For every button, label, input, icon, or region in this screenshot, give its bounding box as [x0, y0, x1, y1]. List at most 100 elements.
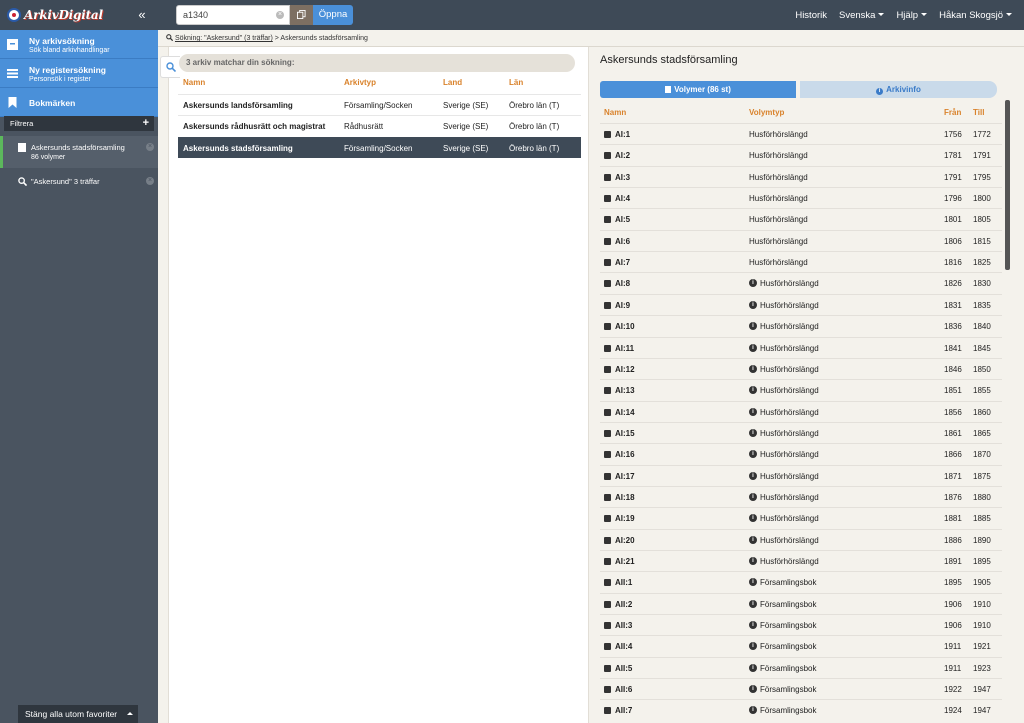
info-icon[interactable]: i: [749, 300, 757, 309]
bookmarks-title: Bokmärken: [29, 98, 76, 108]
volume-to: 1895: [973, 557, 991, 566]
table-row[interactable]: AI:12 i Husförhörslängd 1846 1850: [600, 357, 1002, 379]
volume-to: 1880: [973, 492, 991, 502]
archive-code-input[interactable]: [177, 6, 273, 24]
breadcrumb-search-link[interactable]: Sökning: "Askersund" (3 träffar): [175, 35, 273, 42]
nav-user[interactable]: Håkan Skogsjö: [939, 10, 1012, 21]
table-row[interactable]: AI:3 Husförhörslängd 1791 1795: [600, 165, 1002, 187]
table-row[interactable]: AI:6 Husförhörslängd 1806 1815: [600, 229, 1002, 251]
table-row[interactable]: Askersunds landsförsamling Församling/So…: [178, 94, 581, 115]
new-register-search-button[interactable]: Ny registersökning Personsök i register: [0, 59, 158, 88]
nav-language[interactable]: Svenska: [839, 10, 885, 21]
close-icon[interactable]: ×: [146, 177, 154, 185]
open-button[interactable]: Öppna: [313, 5, 353, 25]
table-row[interactable]: AII:5 i Församlingsbok 1911 1923: [600, 656, 1002, 678]
bookmark-icon: [8, 97, 17, 108]
sidebar-item-archive[interactable]: Askersunds stadsförsamling 86 volymer ×: [0, 136, 158, 168]
book-icon: [604, 259, 611, 267]
volume-name: AI:17: [615, 471, 635, 481]
table-row[interactable]: AI:9 i Husförhörslängd 1831 1835: [600, 293, 1002, 315]
sidebar-item-search[interactable]: "Askersund" 3 träffar ×: [0, 170, 158, 190]
table-row[interactable]: AI:20 i Husförhörslängd 1886 1890: [600, 528, 1002, 550]
table-row[interactable]: AII:6 i Församlingsbok 1922 1947: [600, 678, 1002, 699]
copy-button[interactable]: [290, 5, 313, 25]
table-row[interactable]: AI:19 i Husförhörslängd 1881 1885: [600, 507, 1002, 528]
tab-archive-info[interactable]: i Arkivinfo: [800, 81, 997, 98]
volumes-header-from: Från: [944, 108, 962, 117]
collapse-sidebar-button[interactable]: «: [133, 6, 151, 24]
table-row[interactable]: AI:7 Husförhörslängd 1816 1825: [600, 251, 1002, 272]
table-row[interactable]: AI:2 Husförhörslängd 1781 1791: [600, 144, 1002, 165]
info-icon[interactable]: i: [749, 450, 757, 459]
new-archive-search-button[interactable]: Ny arkivsökning Sök bland arkivhandlinga…: [0, 30, 158, 59]
info-icon[interactable]: i: [749, 492, 757, 501]
table-row[interactable]: AII:3 i Församlingsbok 1906 1910: [600, 614, 1002, 635]
info-icon[interactable]: i: [749, 663, 757, 672]
plus-icon[interactable]: +: [143, 116, 149, 131]
table-row[interactable]: AI:16 i Husförhörslängd 1866 1870: [600, 443, 1002, 464]
volume-name: AII:5: [615, 663, 633, 673]
bookmarks-button[interactable]: Bokmärken: [0, 88, 158, 117]
result-county: Örebro län (T): [509, 122, 560, 131]
volume-name: AI:5: [615, 215, 631, 225]
info-icon[interactable]: i: [749, 428, 757, 437]
info-icon[interactable]: i: [749, 642, 757, 651]
table-row[interactable]: Askersunds rådhusrätt och magistrat Rådh…: [178, 115, 581, 136]
close-all-except-favorites-button[interactable]: Stäng alla utom favoriter: [18, 705, 138, 723]
nav-help[interactable]: Hjälp: [896, 10, 928, 21]
clear-icon[interactable]: ×: [276, 11, 284, 19]
table-row[interactable]: AI:17 i Husförhörslängd 1871 1875: [600, 464, 1002, 486]
table-row[interactable]: AII:4 i Församlingsbok 1911 1921: [600, 635, 1002, 656]
volume-from: 1781: [944, 151, 962, 161]
volume-name: AI:18: [615, 492, 635, 502]
nav-history[interactable]: Historik: [795, 10, 827, 21]
logo[interactable]: ArkivDigital: [7, 8, 103, 22]
filter-bar[interactable]: Filtrera +: [4, 116, 154, 131]
table-row[interactable]: AI:21 i Husförhörslängd 1891 1895: [600, 550, 1002, 571]
table-row[interactable]: AI:10 i Husförhörslängd 1836 1840: [600, 315, 1002, 336]
info-icon[interactable]: i: [749, 386, 757, 395]
info-icon[interactable]: i: [749, 685, 757, 694]
info-icon[interactable]: i: [749, 535, 757, 544]
volume-name: AI:12: [615, 364, 635, 374]
info-icon[interactable]: i: [749, 621, 757, 630]
close-icon[interactable]: ×: [146, 143, 154, 151]
volumes-header-to: Till: [973, 108, 985, 117]
volume-from: 1895: [944, 578, 962, 588]
table-row[interactable]: AI:1 Husförhörslängd 1756 1772: [600, 123, 1002, 144]
table-row[interactable]: AII:1 i Församlingsbok 1895 1905: [600, 571, 1002, 592]
table-row[interactable]: AI:11 i Husförhörslängd 1841 1845: [600, 336, 1002, 358]
info-icon[interactable]: i: [749, 279, 757, 288]
info-icon[interactable]: i: [749, 578, 757, 587]
info-icon[interactable]: i: [749, 599, 757, 608]
info-icon[interactable]: i: [749, 343, 757, 352]
volume-to: 1947: [973, 685, 991, 695]
table-row-selected[interactable]: Askersunds stadsförsamling Församling/So…: [178, 137, 581, 158]
tab-volumes[interactable]: Volymer (86 st): [600, 81, 796, 98]
table-row[interactable]: AI:5 Husförhörslängd 1801 1805: [600, 208, 1002, 229]
info-icon[interactable]: i: [749, 514, 757, 523]
info-icon[interactable]: i: [749, 471, 757, 480]
volume-from: 1791: [944, 172, 962, 182]
volume-from: 1831: [944, 300, 962, 310]
info-icon[interactable]: i: [749, 557, 757, 565]
info-icon[interactable]: i: [749, 407, 757, 416]
info-icon[interactable]: i: [749, 364, 757, 373]
info-icon[interactable]: i: [749, 706, 757, 715]
table-row[interactable]: AI:14 i Husförhörslängd 1856 1860: [600, 400, 1002, 422]
table-row[interactable]: AII:2 i Församlingsbok 1906 1910: [600, 592, 1002, 614]
volume-name: AII:7: [615, 706, 633, 716]
table-row[interactable]: AI:8 i Husförhörslängd 1826 1830: [600, 272, 1002, 293]
table-row[interactable]: AI:4 Husförhörslängd 1796 1800: [600, 187, 1002, 208]
volume-to: 1830: [973, 279, 991, 289]
table-row[interactable]: AII:7 i Församlingsbok 1924 1947: [600, 699, 1002, 720]
volume-name: AI:3: [615, 172, 631, 182]
table-row[interactable]: AI:18 i Husförhörslängd 1876 1880: [600, 485, 1002, 507]
scrollbar[interactable]: [1005, 100, 1010, 270]
info-icon[interactable]: i: [749, 322, 757, 331]
table-row[interactable]: AI:15 i Husförhörslängd 1861 1865: [600, 421, 1002, 443]
table-row[interactable]: AI:13 i Husförhörslängd 1851 1855: [600, 379, 1002, 400]
book-icon: [604, 643, 611, 651]
search-panel-tab[interactable]: [160, 56, 180, 78]
book-icon: [604, 515, 611, 523]
